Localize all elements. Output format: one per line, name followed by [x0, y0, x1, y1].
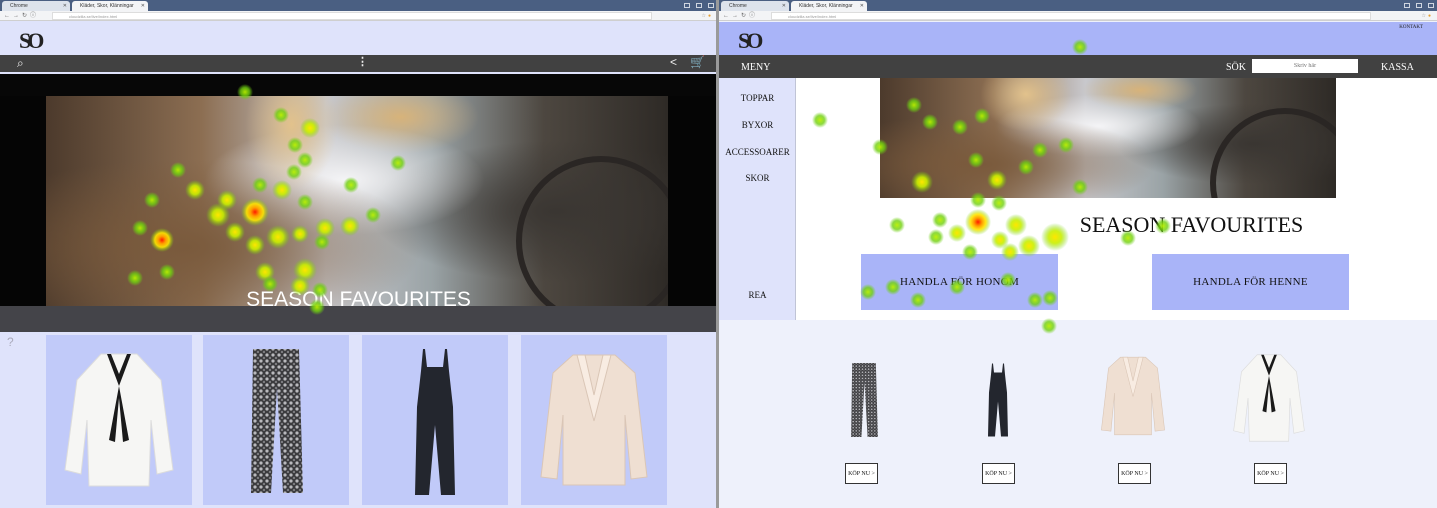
url-field[interactable]: cloudzilla.se/live/index.html — [52, 12, 652, 20]
main-content: SEASON FAVOURITES HANDLA FÖR HONOM HANDL… — [796, 78, 1437, 320]
buy-now-button-blazer[interactable]: KÖP NU > — [1118, 463, 1151, 484]
buy-now-button-blouse[interactable]: KÖP NU > — [1254, 463, 1287, 484]
window-controls — [684, 0, 714, 11]
right-browser-window: Chrome ✕ Kläder, Skor, Klänningar ✕ ←→↻ⓘ c… — [719, 0, 1437, 508]
sidebar-item-byxor[interactable]: BYXOR — [719, 120, 796, 130]
back-arrow-icon[interactable]: ← — [4, 13, 13, 19]
forward-arrow-icon[interactable]: → — [13, 13, 22, 19]
buy-now-button-trousers[interactable]: KÖP NU > — [845, 463, 878, 484]
share-icon[interactable]: < — [670, 55, 677, 69]
close-icon[interactable]: ✕ — [782, 1, 786, 11]
maximize-icon[interactable] — [1416, 3, 1422, 8]
info-icon[interactable]: ⓘ — [30, 13, 39, 19]
beige-blazer[interactable] — [1099, 350, 1167, 442]
menu-icon[interactable]: ● — [708, 13, 713, 19]
site-nav-bar: MENY SÖK KASSA — [719, 55, 1437, 78]
forward-arrow-icon[interactable]: → — [732, 13, 741, 19]
more-vertical-icon[interactable]: ⋮ — [357, 55, 368, 68]
url-field[interactable]: cloudzilla.se/live/index.html — [771, 12, 1371, 20]
sidebar-item-rea[interactable]: REA — [719, 290, 796, 300]
close-icon[interactable]: ✕ — [141, 1, 145, 11]
site-header: SO — [0, 22, 717, 55]
checkout-button[interactable]: KASSA — [1381, 62, 1414, 73]
help-mark: ? — [7, 335, 14, 349]
promo-strip — [0, 74, 717, 96]
close-icon[interactable]: ✕ — [860, 1, 864, 11]
reload-icon[interactable]: ↻ — [22, 13, 30, 19]
product-card-trousers[interactable] — [203, 335, 349, 505]
window-close-icon[interactable] — [1428, 3, 1434, 8]
beige-blazer — [540, 354, 648, 486]
shop-for-him-button[interactable]: HANDLA FÖR HONOM — [861, 254, 1058, 310]
site-header: SO KONTAKT — [719, 22, 1437, 55]
hero-hair — [980, 78, 1072, 132]
reload-icon[interactable]: ↻ — [741, 13, 749, 19]
tab-bar: Chrome ✕ Kläder, Skor, Klänningar ✕ — [719, 0, 1437, 11]
black-jumpsuit[interactable] — [984, 352, 1012, 448]
hero-hair — [245, 96, 339, 191]
category-sidebar: TOPPAR BYXOR ACCESSOARER SKOR REA — [719, 78, 796, 320]
hero-title: SEASON FAVOURITES — [1079, 212, 1304, 237]
menu-button[interactable]: MENY — [741, 62, 770, 73]
white-bow-blouse[interactable] — [1231, 352, 1307, 444]
menu-icon[interactable]: ● — [1428, 13, 1433, 19]
sequin-trousers — [251, 349, 303, 493]
sequin-trousers[interactable] — [846, 352, 882, 448]
steering-wheel — [1210, 108, 1336, 198]
hero-banner[interactable]: SEASON FAVOURITES — [0, 96, 717, 332]
window-close-icon[interactable] — [708, 3, 714, 8]
minimize-icon[interactable] — [684, 3, 690, 8]
info-icon[interactable]: ⓘ — [749, 13, 758, 19]
close-icon[interactable]: ✕ — [63, 1, 67, 11]
nav-buttons: ←→↻ⓘ — [4, 11, 39, 21]
sidebar-item-accessoarer[interactable]: ACCESSOARER — [719, 147, 796, 157]
product-card-jumpsuit[interactable] — [362, 335, 508, 505]
sidebar-item-toppar[interactable]: TOPPAR — [719, 93, 796, 103]
hero-image — [46, 96, 668, 306]
product-card-blouse[interactable] — [46, 335, 192, 505]
browser-tab[interactable]: Chrome ✕ — [2, 1, 70, 11]
browser-actions: ☆● — [1421, 11, 1433, 21]
comparison-screenshot: Chrome ✕ Kläder, Skor, Klänningar ✕ ←→↻ⓘ c… — [0, 0, 1437, 508]
black-jumpsuit — [415, 349, 455, 495]
white-bow-blouse — [64, 353, 174, 487]
product-card-blazer[interactable] — [521, 335, 667, 505]
shop-for-her-button[interactable]: HANDLA FÖR HENNE — [1152, 254, 1349, 310]
hero-image[interactable] — [880, 78, 1336, 198]
back-arrow-icon[interactable]: ← — [723, 13, 732, 19]
browser-actions: ☆● — [701, 11, 713, 21]
maximize-icon[interactable] — [696, 3, 702, 8]
cart-icon[interactable]: 🛒 — [690, 55, 705, 69]
search-icon[interactable]: ⌕ — [17, 56, 24, 71]
address-bar: ←→↻ⓘ cloudzilla.se/live/index.html ☆● — [0, 11, 717, 21]
search-input[interactable] — [1252, 59, 1358, 73]
address-bar: ←→↻ⓘ cloudzilla.se/live/index.html ☆● — [719, 11, 1437, 21]
browser-tab-active[interactable]: Kläder, Skor, Klänningar ✕ — [72, 1, 148, 11]
browser-tab[interactable]: Chrome ✕ — [721, 1, 789, 11]
site-logo[interactable]: SO — [19, 28, 44, 54]
browser-tab-active[interactable]: Kläder, Skor, Klänningar ✕ — [791, 1, 867, 11]
steering-wheel — [516, 156, 668, 306]
nav-buttons: ←→↻ⓘ — [723, 11, 758, 21]
search-label: SÖK — [1226, 62, 1247, 73]
product-row — [719, 320, 1437, 508]
window-controls — [1404, 0, 1434, 11]
minimize-icon[interactable] — [1404, 3, 1410, 8]
site-logo[interactable]: SO — [738, 28, 763, 54]
site-nav-bar: ⌕ ⋮ < 🛒 — [0, 55, 717, 72]
left-browser-window: Chrome ✕ Kläder, Skor, Klänningar ✕ ←→↻ⓘ c… — [0, 0, 717, 508]
contact-link[interactable]: KONTAKT — [1399, 25, 1423, 30]
sidebar-item-skor[interactable]: SKOR — [719, 173, 796, 183]
hero-title: SEASON FAVOURITES — [246, 288, 471, 311]
buy-now-button-jumpsuit[interactable]: KÖP NU > — [982, 463, 1015, 484]
tab-bar: Chrome ✕ Kläder, Skor, Klänningar ✕ — [0, 0, 717, 11]
